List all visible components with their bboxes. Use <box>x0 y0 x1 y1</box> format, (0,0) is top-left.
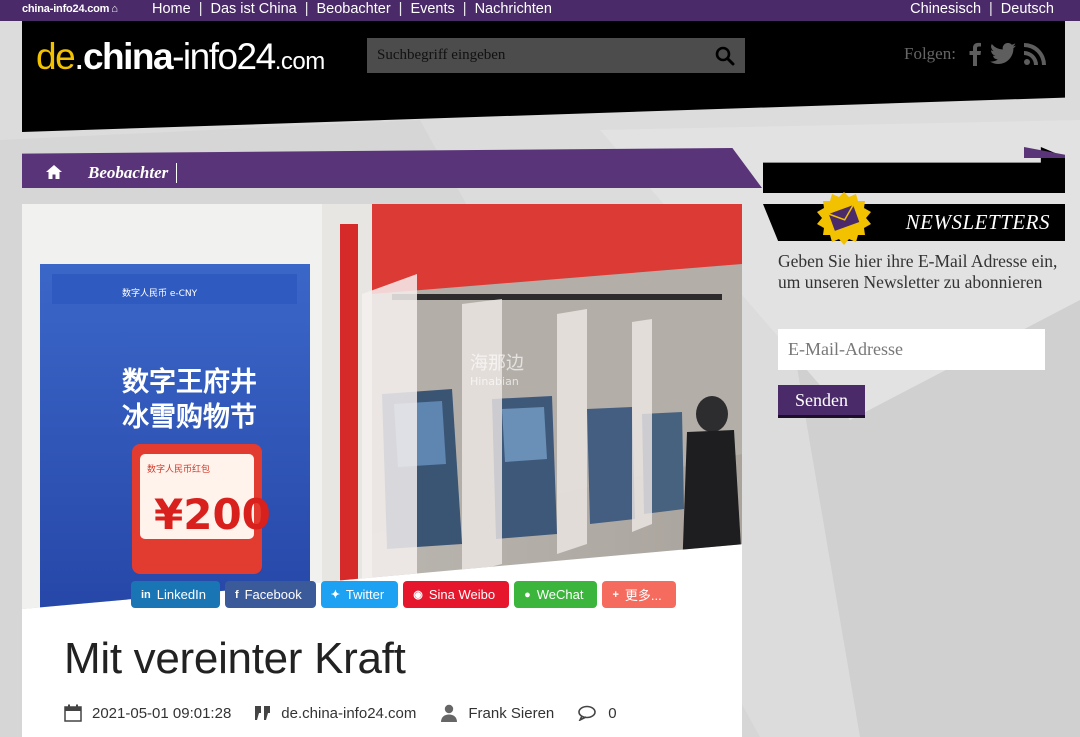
breadcrumb-section[interactable]: Beobachter <box>88 163 178 183</box>
meta-comments[interactable]: 0 <box>578 705 617 722</box>
rss-icon[interactable] <box>1023 43 1046 65</box>
lang-german[interactable]: Deutsch <box>1001 1 1054 17</box>
share-weibo-button[interactable]: ◉ Sina Weibo <box>403 581 510 608</box>
twitter-icon: ✦ <box>330 589 340 601</box>
watermark-en: Hinabian <box>470 375 519 388</box>
share-facebook-button[interactable]: f Facebook <box>224 581 316 608</box>
follow-links: Folgen: <box>904 42 1046 66</box>
weibo-icon: ◉ <box>413 589 423 601</box>
quote-icon <box>255 706 271 720</box>
newsletter-envelope-icon <box>817 192 871 245</box>
plus-icon: + <box>612 588 619 601</box>
comments-icon <box>578 705 597 721</box>
nav-das-ist-china[interactable]: Das ist China <box>210 1 296 17</box>
mini-logo[interactable]: china-info24.com ⌂ <box>22 3 118 15</box>
poster-amount: ¥200 <box>154 490 271 539</box>
meta-author: Frank Sieren <box>440 704 554 722</box>
top-nav: Home | Das ist China | Beobachter | Events |… <box>152 1 552 17</box>
watermark-cn: 海那边 <box>470 353 524 374</box>
site-logo[interactable]: de.china-info24.com <box>36 36 325 78</box>
calendar-icon <box>64 704 82 722</box>
poster-ecny-text: 数字人民币 e-CNY <box>122 287 198 299</box>
poster-small-text: 数字人民币红包 <box>147 463 210 475</box>
facebook-icon[interactable] <box>968 42 982 66</box>
top-bar: china-info24.com ⌂ Home | Das ist China | B… <box>0 0 1080 21</box>
nav-home[interactable]: Home <box>152 1 191 17</box>
meta-date: 2021-05-01 09:01:28 <box>64 704 231 722</box>
meta-source: de.china-info24.com <box>255 705 416 722</box>
lang-chinese[interactable]: Chinesisch <box>910 1 981 17</box>
poster-line2: 冰雪购物节 <box>122 402 257 433</box>
twitter-icon[interactable] <box>989 43 1016 65</box>
article-meta: 2021-05-01 09:01:28 de.china-info24.com … <box>64 704 641 722</box>
share-buttons: in LinkedIn f Facebook ✦ Twitter ◉ Sina Weib… <box>131 581 676 608</box>
newsletter-description: Geben Sie hier ihre E-Mail Adresse ein, … <box>778 251 1058 292</box>
newsletter-submit-button[interactable]: Senden <box>778 385 865 418</box>
wechat-icon: ● <box>524 588 531 601</box>
user-icon <box>441 704 458 722</box>
nav-events[interactable]: Events <box>410 1 454 17</box>
article-hero-image[interactable]: 数字人民币 e-CNY 数字王府井 冰雪购物节 数字人民币红包 ¥200 海那边… <box>22 204 742 609</box>
search-icon[interactable] <box>715 46 735 66</box>
nav-nachrichten[interactable]: Nachrichten <box>475 1 552 17</box>
linkedin-icon: in <box>141 588 151 601</box>
newsletter-title: NEWSLETTERS <box>905 210 1050 234</box>
share-twitter-button[interactable]: ✦ Twitter <box>320 581 399 608</box>
article-title: Mit vereinter Kraft <box>64 634 406 683</box>
follow-label: Folgen: <box>904 44 956 63</box>
search-input[interactable] <box>367 38 697 73</box>
share-linkedin-button[interactable]: in LinkedIn <box>131 581 220 608</box>
breadcrumb-home-icon[interactable] <box>44 163 64 181</box>
newsletter-email-input[interactable] <box>778 329 1045 370</box>
facebook-icon: f <box>234 588 239 601</box>
home-icon: ⌂ <box>111 3 118 15</box>
search-box <box>367 38 745 73</box>
poster-line1: 数字王府井 <box>122 366 257 398</box>
share-more-button[interactable]: + 更多... <box>602 581 676 608</box>
language-switcher: Chinesisch | Deutsch <box>910 1 1054 17</box>
share-wechat-button[interactable]: ● WeChat <box>514 581 598 608</box>
nav-beobachter[interactable]: Beobachter <box>316 1 390 17</box>
